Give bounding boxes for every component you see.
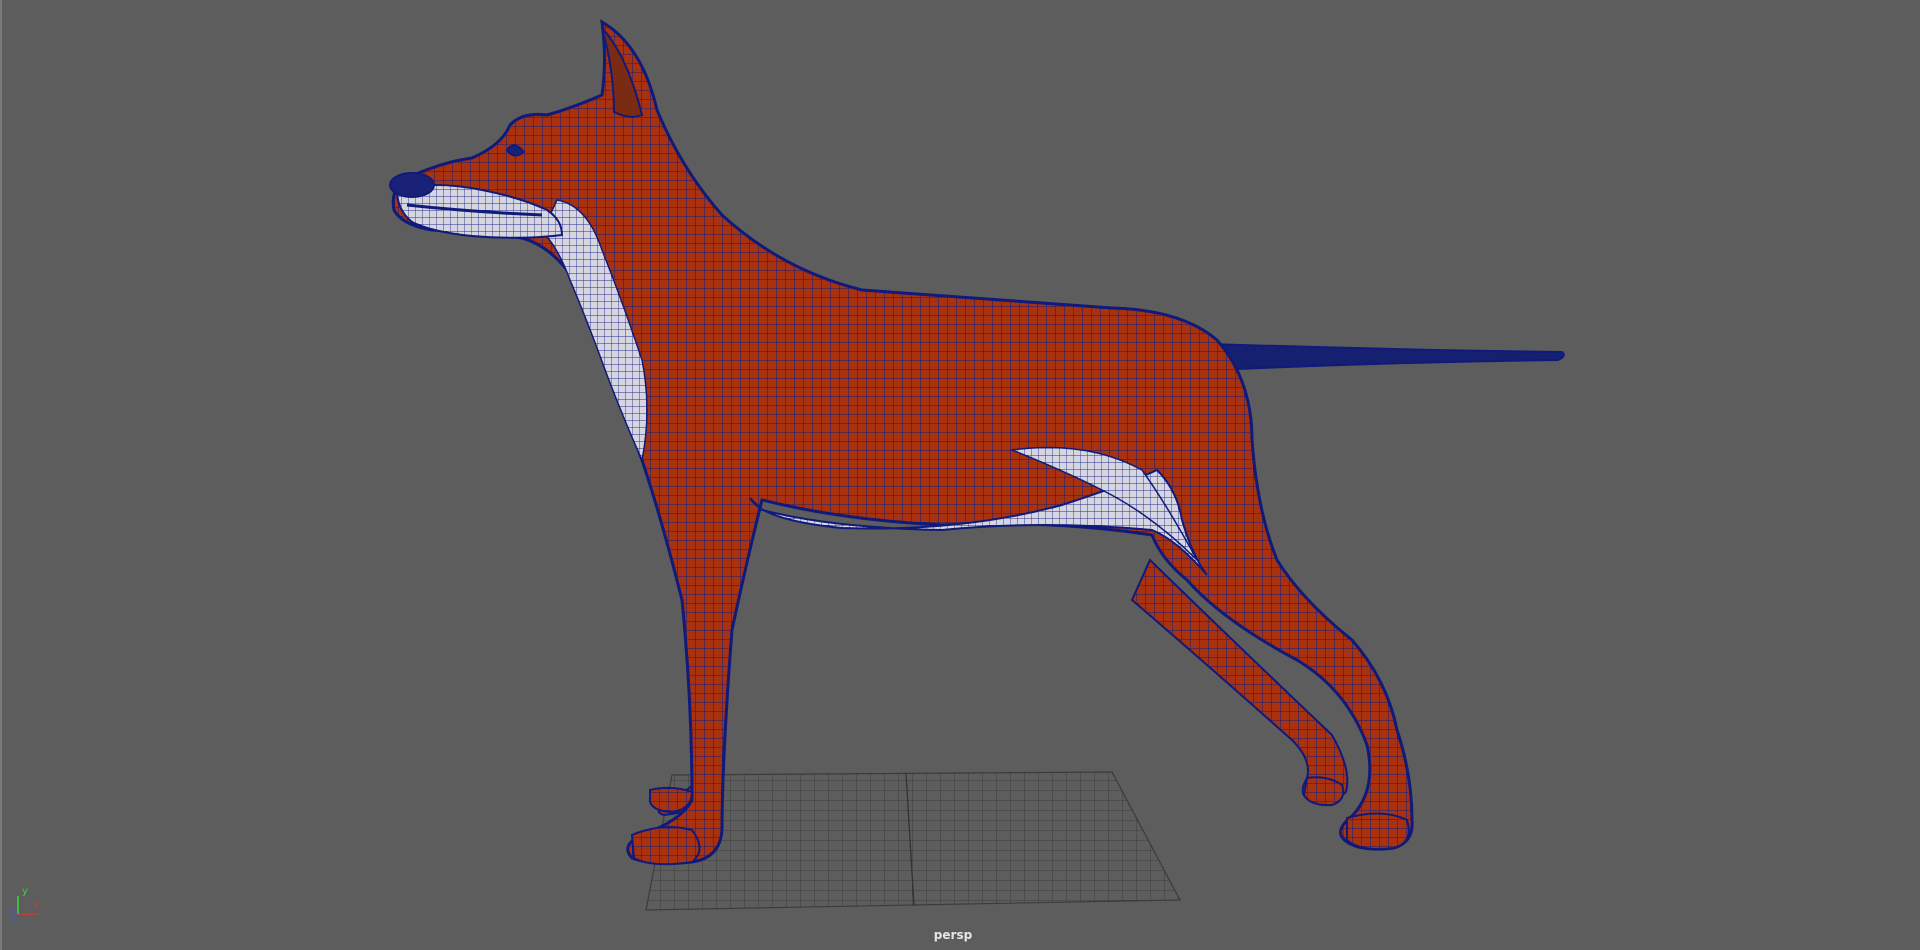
axis-z-label: z — [8, 908, 14, 919]
ground-grid[interactable] — [645, 771, 1181, 911]
viewport-persp[interactable]: x y z persp — [0, 0, 1920, 950]
axis-y-label: y — [22, 886, 28, 897]
dog-model[interactable] — [389, 19, 1565, 866]
viewport-scene[interactable] — [2, 0, 1920, 950]
camera-name-label: persp — [933, 928, 973, 942]
axis-gizmo: x y z — [8, 886, 44, 920]
axis-x-label: x — [34, 900, 40, 911]
